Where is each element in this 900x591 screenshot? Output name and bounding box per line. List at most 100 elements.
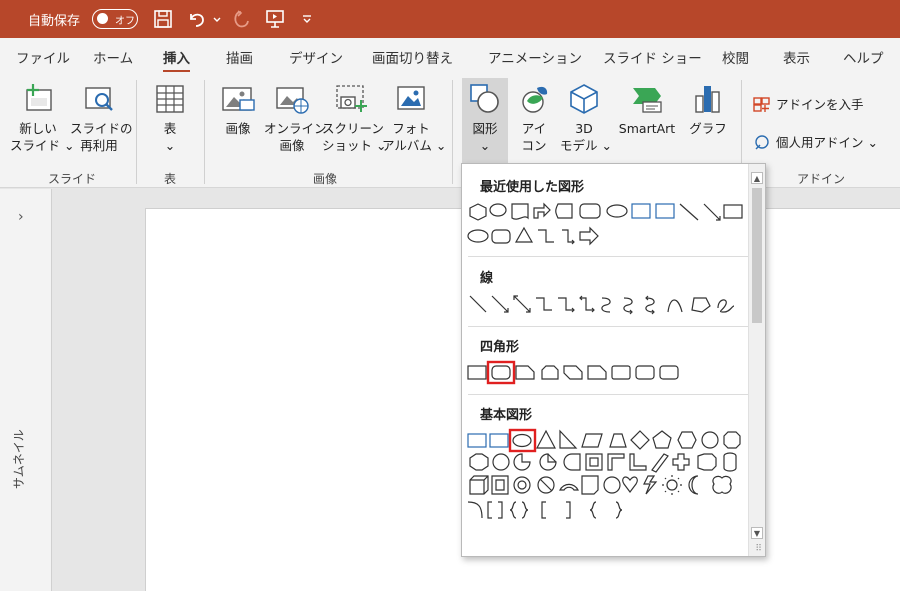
basic-heart-icon	[622, 476, 638, 493]
online-pictures-icon	[276, 87, 309, 114]
basic-shapes-grid[interactable]	[462, 428, 752, 526]
3d-models-label-2: モデル ⌄	[560, 138, 612, 153]
basic-vertical-textbox-icon	[489, 433, 509, 448]
tab-slideshow[interactable]: スライド ショー	[603, 47, 702, 67]
basic-sun-icon	[666, 479, 678, 491]
get-addins-button[interactable]: アドインを入手	[752, 94, 864, 113]
line-curved-double-arrow-icon	[645, 295, 655, 315]
line-straight-icon	[469, 295, 487, 313]
rect-round-diagonal-icon	[659, 365, 679, 380]
new-slide-button[interactable]: 新しい スライド ⌄	[10, 82, 74, 154]
rect-snip-single-corner-icon	[515, 365, 535, 380]
basic-plaque-icon	[697, 453, 717, 471]
basic-chord-icon	[539, 453, 557, 471]
tab-draw[interactable]: 描画	[226, 47, 253, 67]
present-from-start-icon[interactable]	[264, 8, 286, 30]
recent-shapes-grid[interactable]	[462, 200, 752, 250]
gallery-scrollbar[interactable]: ▲ ▼	[748, 164, 765, 556]
shapes-button[interactable]: 図形 ⌄	[462, 78, 508, 166]
tab-view[interactable]: 表示	[783, 47, 810, 67]
table-label-1: 表	[163, 121, 177, 136]
online-pictures-label-1: オンライン	[264, 121, 327, 136]
picture-button[interactable]: 画像	[214, 82, 262, 137]
line-double-arrow-icon	[513, 295, 531, 313]
basic-right-bracket-icon	[566, 501, 571, 519]
basic-heptagon-icon	[701, 431, 719, 449]
photo-album-label-1: フォト	[392, 121, 430, 136]
3d-models-button[interactable]: 3D モデル ⌄	[560, 82, 612, 154]
basic-moon-icon	[688, 475, 699, 495]
table-icon	[156, 85, 184, 113]
table-label-2: ⌄	[164, 138, 176, 153]
group-separator	[204, 80, 205, 184]
rect-rounded-rectangle-icon	[491, 365, 511, 380]
autosave-toggle[interactable]: オフ	[92, 9, 138, 29]
customize-qat-icon[interactable]	[300, 8, 314, 30]
resize-grip-icon[interactable]: ⠿	[755, 544, 762, 554]
section-title-recent: 最近使用した図形	[480, 180, 585, 195]
scroll-down-icon[interactable]: ▼	[751, 527, 763, 539]
shape-right-arrow-icon	[579, 226, 599, 246]
undo-dropdown-icon[interactable]	[212, 8, 222, 30]
basic-double-brace-icon	[509, 501, 529, 519]
lines-grid[interactable]	[462, 292, 752, 318]
rect-snip-same-side-icon	[541, 365, 559, 380]
section-title-rectangles: 四角形	[480, 340, 520, 355]
photo-album-button[interactable]: フォト アルバム ⌄	[382, 82, 446, 154]
rectangles-grid[interactable]	[462, 360, 752, 386]
basic-arc-icon	[467, 501, 483, 519]
scroll-up-icon[interactable]: ▲	[751, 172, 763, 184]
chart-icon	[695, 86, 720, 113]
shape-triangle-icon	[514, 226, 534, 243]
basic-double-bracket-icon	[487, 501, 503, 519]
basic-l-shape-icon	[629, 453, 647, 471]
basic-cross-icon	[672, 453, 690, 471]
tab-transitions[interactable]: 画面切り替え	[372, 47, 453, 67]
tab-design[interactable]: デザイン	[289, 47, 343, 67]
get-addins-label: アドインを入手	[776, 97, 864, 112]
group-label-table: 表	[164, 172, 177, 186]
section-separator	[468, 256, 748, 257]
screenshot-label-2: ショット ⌄	[322, 138, 387, 153]
table-button[interactable]: 表 ⌄	[148, 82, 192, 154]
thumbnail-pane[interactable]: › サムネイル	[0, 189, 52, 591]
reuse-slides-label-2: 再利用	[80, 138, 118, 153]
shapes-icon	[470, 84, 499, 113]
shapes-label-2: ⌄	[479, 138, 491, 153]
tab-file[interactable]: ファイル	[16, 47, 70, 67]
thumbnail-pane-label: サムネイル	[12, 429, 26, 489]
screenshot-button[interactable]: スクリーン ショット ⌄	[322, 82, 387, 154]
redo-icon[interactable]	[230, 8, 252, 30]
online-pictures-button[interactable]: オンライン 画像	[264, 82, 327, 154]
tab-animations[interactable]: アニメーション	[488, 47, 582, 67]
basic-pie-icon	[513, 453, 531, 471]
reuse-slides-button[interactable]: スライドの 再利用	[70, 82, 133, 154]
screenshot-icon	[336, 85, 367, 112]
tab-help[interactable]: ヘルプ	[843, 47, 884, 67]
group-label-images: 画像	[313, 172, 338, 186]
save-icon[interactable]	[152, 8, 174, 30]
basic-triangle-icon	[536, 429, 556, 449]
basic-dodecagon-icon	[492, 453, 510, 471]
shape-rounded-rectangle-icon	[491, 229, 511, 244]
tab-home[interactable]: ホーム	[93, 47, 133, 67]
section-title-basic: 基本図形	[480, 408, 533, 423]
undo-icon[interactable]	[186, 8, 208, 30]
autosave-label: 自動保存	[28, 14, 81, 29]
tab-review[interactable]: 校閲	[722, 47, 749, 67]
scroll-thumb[interactable]	[752, 188, 762, 323]
cube-icon	[570, 84, 598, 114]
photo-album-icon	[397, 86, 425, 110]
basic-left-brace-icon	[589, 501, 597, 519]
shape-octagon-icon	[469, 203, 487, 221]
chart-button[interactable]: グラフ	[686, 82, 730, 137]
icons-button[interactable]: アイ コン	[514, 82, 554, 154]
store-icon	[753, 96, 770, 112]
smartart-button[interactable]: SmartArt	[612, 82, 682, 137]
my-addins-button[interactable]: 個人用アドイン ⌄	[752, 132, 878, 151]
basic-folded-corner-icon	[581, 475, 599, 495]
basic-octagon-icon	[723, 431, 741, 449]
expand-thumbnails-icon[interactable]: ›	[18, 209, 24, 225]
tab-insert[interactable]: 挿入	[163, 47, 190, 73]
new-slide-icon	[26, 84, 52, 111]
